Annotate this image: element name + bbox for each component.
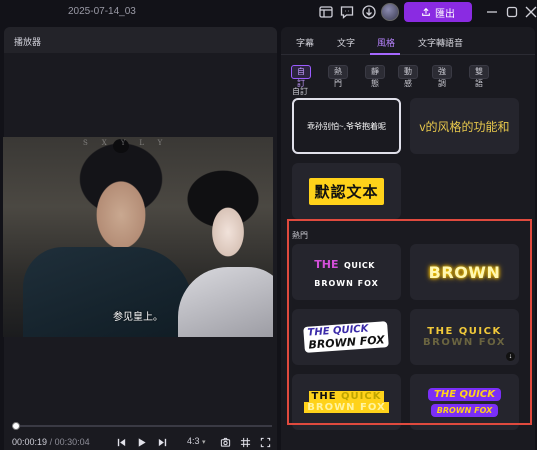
fullscreen-icon[interactable] (260, 435, 271, 448)
download-icon[interactable] (361, 4, 377, 20)
custom-style-text: 乖孙别怕~,爷爷抱着呢 (307, 121, 386, 131)
popular-section-highlight (287, 219, 532, 425)
filter-popular[interactable]: 熱門 (328, 65, 348, 88)
player-title: 播放器 (14, 37, 42, 47)
custom-style-text: 默認文本 (309, 177, 384, 205)
custom-style-card[interactable]: 默認文本 (292, 163, 401, 219)
custom-style-card[interactable]: v的风格的功能和 (410, 98, 519, 154)
filter-custom[interactable]: 自訂 (291, 65, 311, 88)
custom-style-card[interactable]: 乖孙别怕~,爷爷抱着呢 (292, 98, 401, 154)
tab-subtitles[interactable]: 字幕 (296, 36, 314, 49)
tab-text[interactable]: 文字 (337, 36, 355, 49)
minimize-icon[interactable] (484, 4, 500, 20)
filter-bilingual[interactable]: 雙語 (469, 65, 489, 88)
chevron-down-icon: ▾ (202, 439, 206, 446)
filter-emphasis[interactable]: 強調 (432, 65, 452, 88)
feedback-icon[interactable] (339, 4, 355, 20)
video-watermark: SXYLY (83, 139, 177, 147)
video-preview[interactable]: SXYLY 参见皇上。 (3, 137, 273, 337)
panel-tabs: 字幕 文字 風格 文字轉語音 (281, 27, 535, 55)
play-icon[interactable] (136, 435, 147, 447)
project-name: 2025-07-14_03 (68, 6, 136, 17)
aspect-ratio-value: 4:3 (187, 436, 200, 446)
maximize-icon[interactable] (504, 4, 520, 20)
time-display: 00:00:19 / 00:30:04 (12, 437, 90, 447)
scrubber-handle[interactable] (11, 422, 20, 430)
title-bar: 2025-07-14_03 匯出 (0, 0, 537, 24)
previous-frame-icon[interactable] (116, 435, 127, 447)
filter-static[interactable]: 靜態 (365, 65, 385, 88)
player-header: 播放器 (4, 27, 277, 53)
export-button[interactable]: 匯出 (404, 2, 472, 22)
export-label: 匯出 (435, 8, 455, 20)
grid-icon[interactable] (240, 435, 251, 448)
tab-style[interactable]: 風格 (377, 36, 395, 49)
total-time: / 00:30:04 (49, 437, 90, 447)
snapshot-icon[interactable] (220, 435, 231, 447)
video-figure-left (23, 247, 193, 337)
custom-section-label: 自訂 (292, 87, 308, 96)
layout-icon[interactable] (318, 4, 334, 20)
close-icon[interactable] (523, 4, 537, 20)
next-frame-icon[interactable] (157, 435, 168, 447)
current-time: 00:00:19 (12, 437, 48, 447)
aspect-ratio-select[interactable]: 4:3 ▾ (187, 436, 206, 446)
tab-text-to-speech[interactable]: 文字轉語音 (418, 36, 463, 49)
video-subtitle[interactable]: 参见皇上。 (3, 308, 273, 323)
filter-dynamic[interactable]: 動感 (398, 65, 418, 88)
user-avatar[interactable] (381, 3, 399, 21)
video-figure-right (178, 267, 273, 337)
timeline-scrubber[interactable] (11, 422, 272, 430)
upload-icon (422, 7, 430, 16)
active-tab-indicator (370, 53, 400, 55)
custom-style-text: v的风格的功能和 (419, 119, 510, 134)
